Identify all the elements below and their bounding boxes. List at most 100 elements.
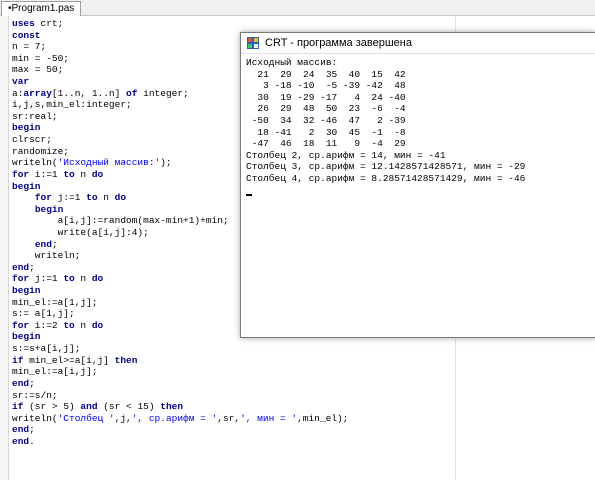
code-text: ;: [29, 424, 35, 436]
code-line[interactable]: writeln('Столбец ',j,', ср.арифм = ',sr,…: [12, 413, 348, 425]
crt-window[interactable]: CRT - программа завершена Исходный масси…: [240, 32, 595, 338]
crt-output-line: -47 46 18 11 9 -4 29: [246, 138, 406, 150]
code-line[interactable]: end;: [12, 378, 348, 390]
keyword: begin: [34, 203, 64, 215]
keyword: end: [12, 377, 30, 389]
crt-output-line: 21 29 24 35 40 15 42: [246, 68, 406, 80]
keyword: const: [12, 29, 41, 41]
crt-title-bar[interactable]: CRT - программа завершена: [241, 33, 595, 54]
code-text: );: [160, 157, 172, 169]
keyword: for: [12, 319, 30, 331]
code-text: ,j,: [114, 412, 132, 424]
editor-gutter: [0, 16, 9, 480]
code-text: i:=2: [29, 319, 64, 331]
keyword: begin: [12, 285, 41, 297]
code-text: s:= a[1,j];: [12, 308, 75, 320]
code-text: min = -50;: [12, 52, 70, 64]
keyword: begin: [12, 122, 41, 134]
keyword: for: [34, 192, 52, 204]
code-text: s:=s+a[i,j];: [12, 343, 81, 355]
keyword: if: [12, 354, 24, 366]
crt-title: CRT - программа завершена: [265, 37, 412, 49]
code-line[interactable]: uses crt;: [12, 18, 348, 30]
code-text: clrscr;: [12, 134, 52, 146]
code-text: sr:real;: [12, 110, 58, 122]
code-text: sr:=s/n;: [12, 389, 58, 401]
code-text: n: [74, 319, 92, 331]
code-line[interactable]: s:=s+a[i,j];: [12, 343, 348, 355]
code-text: n: [74, 168, 92, 180]
keyword: then: [114, 354, 138, 366]
code-line[interactable]: sr:=s/n;: [12, 390, 348, 402]
code-text: j:=1: [51, 192, 87, 204]
code-text: writeln(: [12, 157, 58, 169]
code-text: (sr < 15): [97, 401, 161, 413]
crt-output-line: Столбец 4, ср.арифм = 8.28571428571429, …: [246, 172, 526, 184]
keyword: then: [160, 401, 184, 413]
code-line[interactable]: if min_el>=a[i,j] then: [12, 355, 348, 367]
keyword: to: [63, 319, 75, 331]
crt-output-line: 26 29 48 50 23 -6 -4: [246, 103, 406, 115]
crt-output: Исходный массив: 21 29 24 35 40 15 42 3 …: [246, 57, 526, 197]
keyword: of: [126, 87, 138, 99]
crt-cursor: [246, 185, 525, 197]
code-line[interactable]: end;: [12, 424, 348, 436]
code-text: ,min_el);: [297, 412, 349, 424]
keyword: to: [63, 273, 75, 285]
code-line[interactable]: min_el:=a[i,j];: [12, 366, 348, 378]
keyword: begin: [12, 331, 41, 343]
code-line[interactable]: end.: [12, 436, 348, 448]
code-text: a[i,j]:=random(max-min+1)+min;: [12, 215, 229, 227]
keyword: var: [12, 76, 30, 88]
crt-output-line: Столбец 2, ср.арифм = 14, мин = -41: [246, 149, 446, 161]
crt-output-line: Исходный массив:: [246, 57, 338, 68]
code-text: ;: [29, 261, 35, 273]
keyword: array: [23, 87, 52, 99]
keyword: do: [91, 273, 104, 285]
keyword: and: [80, 401, 98, 413]
keyword: end: [12, 435, 30, 447]
code-text: max = 50;: [12, 64, 64, 76]
keyword: uses: [12, 18, 35, 29]
string-literal: 'Исходный массив:': [57, 157, 161, 169]
tab-program1[interactable]: •Program1.pas: [1, 1, 82, 16]
keyword: end: [12, 424, 30, 436]
string-literal: ', мин = ': [240, 412, 298, 424]
code-text: writeln;: [12, 250, 81, 262]
code-text: n: [97, 192, 115, 204]
keyword: do: [91, 168, 104, 180]
code-text: ,sr,: [217, 412, 241, 424]
crt-window-icon: [247, 37, 259, 49]
keyword: begin: [12, 180, 41, 192]
keyword: for: [12, 168, 30, 180]
code-text: min_el>=a[i,j]: [23, 354, 115, 366]
keyword: do: [114, 192, 127, 204]
code-text: write(a[i,j]:4);: [12, 226, 149, 238]
code-text: a:: [12, 87, 24, 99]
keyword: to: [63, 168, 75, 180]
code-text: n: [74, 273, 92, 285]
crt-output-line: 18 -41 2 30 45 -1 -8: [246, 126, 406, 138]
crt-output-line: 30 19 -29 -17 4 24 -40: [246, 91, 406, 103]
code-text: n = 7;: [12, 41, 47, 53]
keyword: do: [91, 319, 104, 331]
crt-output-line: Столбец 3, ср.арифм = 12.1428571428571, …: [246, 161, 526, 173]
keyword: if: [12, 401, 24, 413]
string-literal: 'Столбец ': [57, 412, 115, 424]
code-text: i:=1: [29, 168, 64, 180]
keyword: end: [34, 238, 52, 250]
code-text: j:=1: [29, 273, 64, 285]
keyword: for: [12, 273, 30, 285]
code-text: ;: [51, 238, 58, 250]
text-cursor: [246, 194, 252, 197]
code-text: writeln(: [12, 412, 58, 424]
code-line[interactable]: if (sr > 5) and (sr < 15) then: [12, 401, 348, 413]
code-text: ;: [29, 377, 35, 389]
code-text: [1..n, 1..n]: [51, 87, 127, 99]
code-text: randomize;: [12, 145, 70, 157]
keyword: to: [86, 192, 98, 204]
code-text: integer;: [137, 87, 189, 99]
